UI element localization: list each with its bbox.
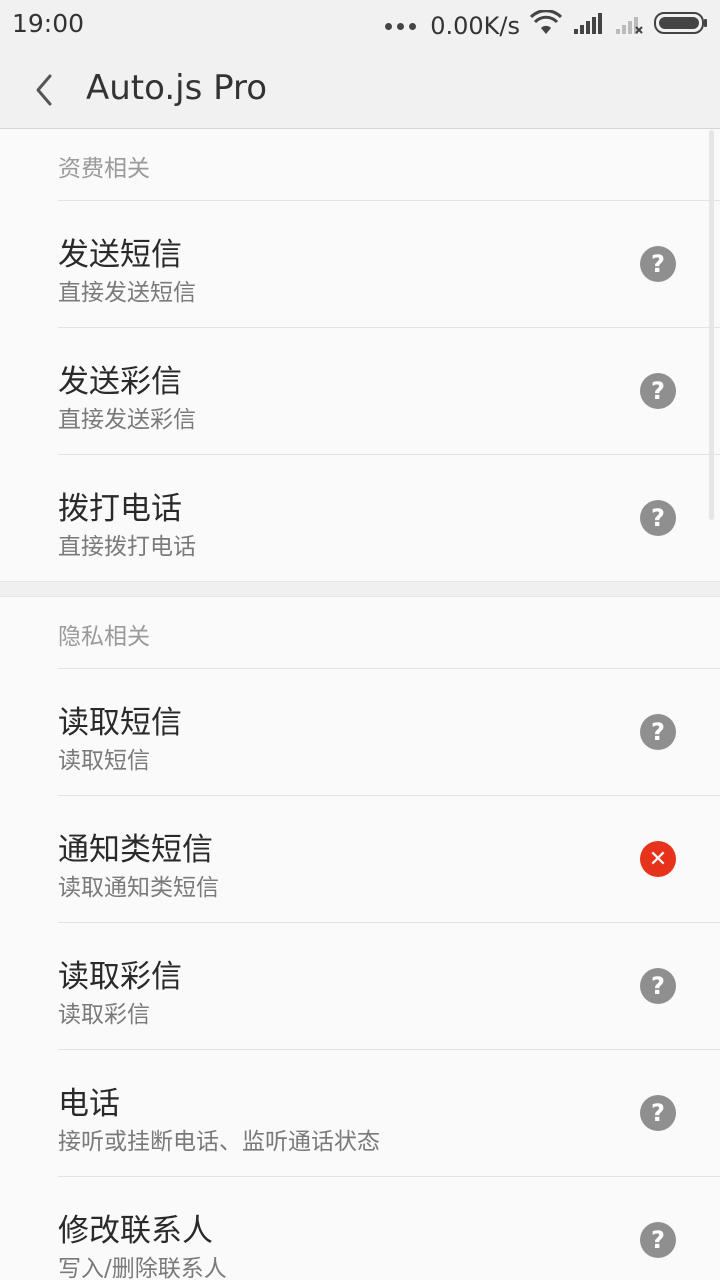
section-header-charges: 资费相关	[58, 129, 720, 201]
item-subtitle: 读取彩信	[58, 1002, 150, 1028]
item-subtitle: 接听或挂断电话、监听通话状态	[58, 1129, 380, 1155]
help-icon[interactable]: ?	[640, 1222, 676, 1258]
permission-item-read-sms[interactable]: 读取短信 读取短信 ?	[58, 669, 720, 796]
item-subtitle: 直接发送彩信	[58, 407, 196, 433]
help-icon[interactable]: ?	[640, 246, 676, 282]
permission-list[interactable]: 资费相关 发送短信 直接发送短信 ? 发送彩信 直接发送彩信 ? 拨打电话 直接…	[0, 129, 720, 1280]
section-divider	[0, 581, 720, 597]
permission-item-modify-contacts[interactable]: 修改联系人 写入/删除联系人 ?	[58, 1177, 720, 1280]
item-title: 读取彩信	[58, 959, 182, 995]
signal-no-sim-icon	[614, 11, 644, 41]
chevron-left-icon	[36, 74, 52, 106]
item-subtitle: 读取通知类短信	[58, 875, 219, 901]
app-toolbar: Auto.js Pro	[0, 52, 720, 129]
item-title: 电话	[58, 1086, 120, 1122]
item-title: 拨打电话	[58, 491, 182, 527]
status-time: 19:00	[12, 9, 85, 38]
status-indicators: 0.00K/s	[385, 8, 708, 44]
help-icon[interactable]: ?	[640, 968, 676, 1004]
signal-icon	[572, 11, 604, 41]
wifi-icon	[529, 9, 563, 42]
permission-item-send-sms[interactable]: 发送短信 直接发送短信 ?	[58, 201, 720, 328]
notification-dots-icon	[385, 22, 417, 30]
section-title: 资费相关	[58, 156, 150, 182]
help-icon[interactable]: ?	[640, 500, 676, 536]
net-speed: 0.00K/s	[430, 12, 520, 40]
section-title: 隐私相关	[58, 624, 150, 650]
item-title: 发送短信	[58, 237, 182, 273]
page-title: Auto.js Pro	[86, 68, 268, 108]
back-button[interactable]	[20, 66, 68, 114]
battery-icon	[654, 11, 708, 41]
permission-item-call-phone[interactable]: 拨打电话 直接拨打电话 ?	[58, 455, 720, 581]
permission-item-phone[interactable]: 电话 接听或挂断电话、监听通话状态 ?	[58, 1050, 720, 1177]
status-bar: 19:00 0.00K/s	[0, 0, 720, 52]
item-subtitle: 直接拨打电话	[58, 534, 196, 560]
item-title: 发送彩信	[58, 364, 182, 400]
help-icon[interactable]: ?	[640, 1095, 676, 1131]
item-title: 读取短信	[58, 705, 182, 741]
permission-item-read-mms[interactable]: 读取彩信 读取彩信 ?	[58, 923, 720, 1050]
help-icon[interactable]: ?	[640, 373, 676, 409]
item-title: 通知类短信	[58, 832, 213, 868]
scrollbar[interactable]	[709, 130, 714, 520]
item-subtitle: 读取短信	[58, 748, 150, 774]
item-title: 修改联系人	[58, 1213, 213, 1249]
permission-item-notification-sms[interactable]: 通知类短信 读取通知类短信 ✕	[58, 796, 720, 923]
deny-icon[interactable]: ✕	[640, 841, 676, 877]
item-subtitle: 直接发送短信	[58, 280, 196, 306]
item-subtitle: 写入/删除联系人	[58, 1256, 227, 1280]
section-header-privacy: 隐私相关	[58, 597, 720, 669]
help-icon[interactable]: ?	[640, 714, 676, 750]
permission-item-send-mms[interactable]: 发送彩信 直接发送彩信 ?	[58, 328, 720, 455]
